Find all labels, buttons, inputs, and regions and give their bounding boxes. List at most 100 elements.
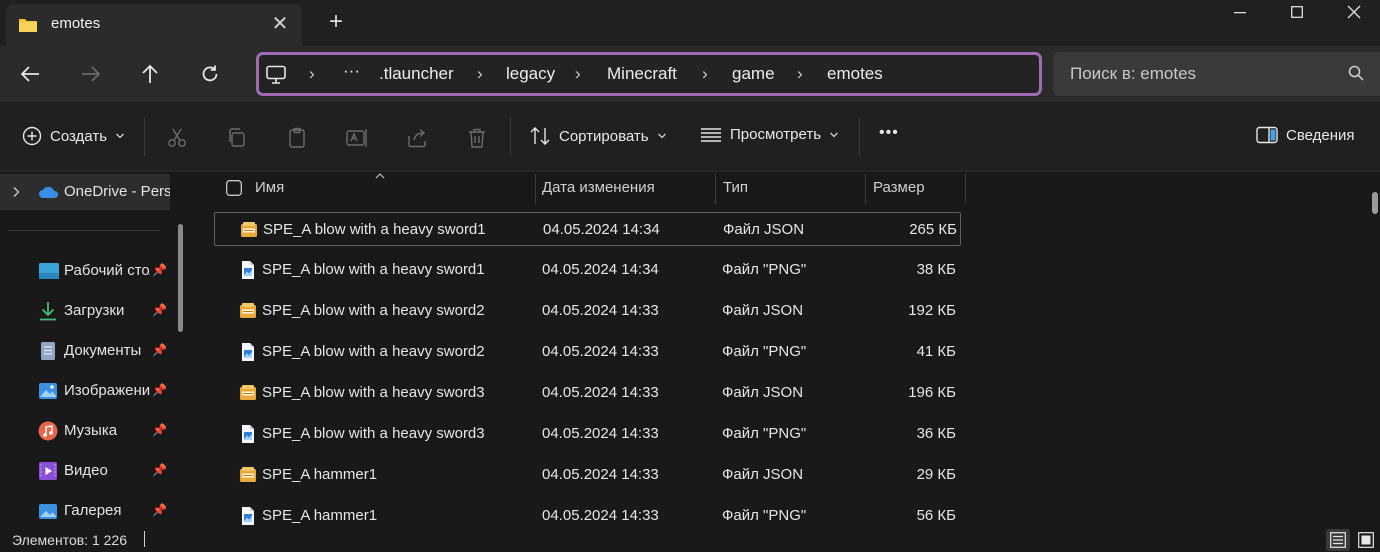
details-view-button[interactable] [1326,529,1350,551]
chevron-right-icon: › [477,64,483,83]
search-input[interactable]: Поиск в: emotes [1070,64,1196,84]
column-header-date[interactable]: Дата изменения [542,179,655,211]
breadcrumb-legacy[interactable]: legacy [506,64,555,84]
back-button[interactable] [16,60,44,88]
file-size: 29 КБ [916,466,956,483]
arrow-left-icon [20,66,39,82]
delete-icon[interactable] [465,126,489,150]
pin-icon[interactable]: 📌 [152,503,167,517]
sidebar-item-downloads[interactable]: Загрузки 📌 [36,293,176,329]
file-row[interactable]: SPE_A blow with a heavy sword2 04.05.2024… [214,335,961,369]
sidebar-item-music[interactable]: Музыка 📌 [36,413,176,449]
file-name: SPE_A blow with a heavy sword1 [263,221,486,238]
select-all-checkbox[interactable] [226,180,242,212]
share-icon[interactable] [405,126,429,150]
file-type: Файл JSON [722,384,804,401]
column-header-type[interactable]: Тип [723,179,748,211]
png-file-icon [242,507,254,525]
file-row[interactable]: SPE_A blow with a heavy sword1 04.05.2024… [214,212,961,246]
details-view-icon [1330,532,1346,548]
file-row[interactable]: SPE_A blow with a heavy sword1 04.05.2024… [214,253,961,287]
file-size: 41 КБ [916,343,956,360]
column-header-size[interactable]: Размер [873,179,925,211]
maximize-button[interactable] [1269,0,1325,26]
sidebar-item-onedrive[interactable]: OneDrive - Personal [0,174,170,210]
paste-icon[interactable] [285,126,309,150]
column-divider[interactable] [715,174,716,204]
navigation-bar: › ··· .tlauncher › legacy › Minecraft › … [0,46,1380,102]
sort-label: Сортировать [559,127,649,145]
refresh-button[interactable] [196,60,224,88]
sort-button[interactable]: Сортировать [529,126,667,146]
file-date: 04.05.2024 14:34 [543,221,660,238]
column-divider[interactable] [865,174,866,204]
sidebar-item-videos[interactable]: Видео 📌 [36,453,176,489]
minimize-button[interactable] [1212,0,1268,26]
pin-icon[interactable]: 📌 [152,383,167,397]
close-window-button[interactable] [1326,0,1380,26]
file-type: Файл JSON [723,221,805,238]
divider [144,118,145,156]
cloud-icon [39,186,59,198]
pin-icon[interactable]: 📌 [152,423,167,437]
breadcrumb-emotes[interactable]: emotes [827,64,883,84]
forward-button[interactable] [77,60,105,88]
sidebar-item-pictures[interactable]: Изображения 📌 [36,373,176,409]
tiles-view-button[interactable] [1354,529,1378,551]
file-name: SPE_A hammer1 [262,507,378,524]
tab-emotes[interactable]: emotes ✕ [6,4,302,46]
command-bar: Создать Сортировать Просмотреть ••• Свед… [0,102,1380,172]
new-tab-button[interactable]: + [322,10,350,36]
sidebar-item-label: Видео [64,462,108,479]
chevron-down-icon [830,132,839,137]
view-list-icon [701,127,721,142]
details-button[interactable]: Сведения [1256,126,1355,144]
png-file-icon [242,425,254,443]
file-row[interactable]: SPE_A blow with a heavy sword2 04.05.2024… [214,294,961,328]
breadcrumb-overflow[interactable]: ··· [343,61,360,81]
gallery-icon [39,504,57,519]
file-type: Файл "PNG" [722,507,807,524]
chevron-right-icon [13,187,20,197]
breadcrumb-game[interactable]: game [732,64,775,84]
close-tab-icon[interactable]: ✕ [268,13,292,37]
search-icon [1348,65,1364,81]
sidebar-scrollbar[interactable] [178,224,183,332]
copy-icon[interactable] [225,126,249,150]
more-options-button[interactable]: ••• [879,124,899,142]
file-list-scrollbar[interactable] [1372,192,1378,214]
pin-icon[interactable]: 📌 [152,463,167,477]
file-name: SPE_A hammer1 [262,466,378,483]
cut-icon[interactable] [165,126,189,150]
pin-icon[interactable]: 📌 [152,263,167,277]
file-date: 04.05.2024 14:33 [542,302,659,319]
file-row[interactable]: SPE_A hammer1 04.05.2024 14:33 Файл JSON 29… [214,458,961,492]
pin-icon[interactable]: 📌 [152,343,167,357]
desktop-icon [39,263,59,279]
refresh-icon [202,65,218,82]
file-type: Файл JSON [722,302,804,319]
search-box[interactable]: Поиск в: emotes [1053,52,1380,96]
rename-icon[interactable] [345,126,369,150]
file-row[interactable]: SPE_A blow with a heavy sword3 04.05.2024… [214,376,961,410]
column-header-name[interactable]: Имя [255,179,284,211]
image-icon [39,383,57,399]
breadcrumb-minecraft[interactable]: Minecraft [607,64,677,84]
file-size: 192 КБ [908,302,956,319]
create-button[interactable]: Создать [22,126,125,146]
file-row[interactable]: SPE_A blow with a heavy sword3 04.05.2024… [214,417,961,451]
up-button[interactable] [136,60,164,88]
breadcrumb-tlauncher[interactable]: .tlauncher [379,64,454,84]
column-divider[interactable] [535,174,536,204]
music-icon [38,421,58,441]
sidebar-item-desktop[interactable]: Рабочий стол 📌 [36,253,176,289]
file-size: 196 КБ [908,384,956,401]
file-type: Файл "PNG" [722,261,807,278]
pin-icon[interactable]: 📌 [152,303,167,317]
column-divider[interactable] [965,174,966,204]
address-bar[interactable]: › ··· .tlauncher › legacy › Minecraft › … [256,52,1042,96]
sidebar-item-documents[interactable]: Документы 📌 [36,333,176,369]
sidebar-item-gallery[interactable]: Галерея 📌 [36,493,176,529]
view-button[interactable]: Просмотреть [700,126,839,143]
file-name: SPE_A blow with a heavy sword2 [262,343,485,360]
